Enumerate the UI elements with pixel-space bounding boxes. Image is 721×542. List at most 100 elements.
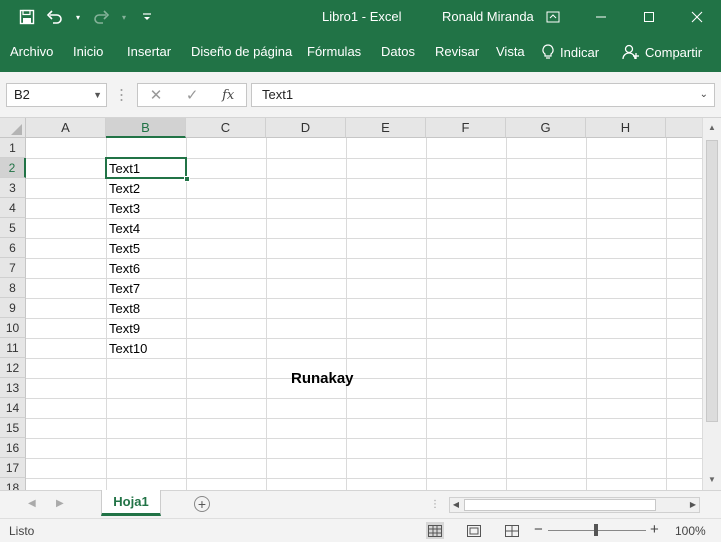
row-header-17[interactable]: 17 xyxy=(0,458,26,478)
cell-b11[interactable]: Text10 xyxy=(106,339,147,359)
status-bar: Listo − + 100% xyxy=(0,518,721,542)
row-header-11[interactable]: 11 xyxy=(0,338,26,358)
scroll-left-icon[interactable]: ◀ xyxy=(450,498,462,512)
close-button[interactable] xyxy=(673,0,721,34)
fill-handle[interactable] xyxy=(184,176,190,182)
scroll-right-icon[interactable]: ▶ xyxy=(687,498,699,512)
insert-function-button[interactable]: fx xyxy=(222,88,234,103)
row-header-9[interactable]: 9 xyxy=(0,298,26,318)
expand-formula-bar-icon[interactable]: ⌄ xyxy=(700,84,708,106)
undo-dropdown-icon[interactable]: ▾ xyxy=(74,8,82,26)
zoom-in-button[interactable]: + xyxy=(650,521,659,538)
spreadsheet-grid[interactable]: A B C D E F G H 1 2 3 4 5 6 7 8 9 10 11 … xyxy=(0,118,702,490)
horizontal-scroll-thumb[interactable] xyxy=(464,499,656,511)
column-header-h[interactable]: H xyxy=(586,118,666,138)
lightbulb-icon xyxy=(542,44,554,59)
share-button[interactable]: Compartir xyxy=(617,38,704,66)
row-header-7[interactable]: 7 xyxy=(0,258,26,278)
column-header-a[interactable]: A xyxy=(26,118,106,138)
row-header-10[interactable]: 10 xyxy=(0,318,26,338)
gridline xyxy=(26,398,702,399)
formula-value: Text1 xyxy=(262,87,294,102)
formula-input[interactable]: Text1 ⌄ xyxy=(251,83,715,107)
cancel-icon[interactable]: ✕ xyxy=(150,86,163,104)
row-header-4[interactable]: 4 xyxy=(0,198,26,218)
row-header-2[interactable]: 2 xyxy=(0,158,26,178)
row-header-13[interactable]: 13 xyxy=(0,378,26,398)
horizontal-scrollbar[interactable]: ◀ ▶ xyxy=(449,497,700,513)
row-header-18[interactable]: 18 xyxy=(0,478,26,490)
scroll-up-icon[interactable]: ▲ xyxy=(703,120,721,136)
customize-qat-icon[interactable] xyxy=(138,8,156,26)
normal-view-button[interactable] xyxy=(426,522,444,539)
grip-icon[interactable] xyxy=(120,87,123,103)
normal-view-icon xyxy=(428,524,442,537)
tab-formulas[interactable]: Fórmulas xyxy=(307,44,361,59)
zoom-out-button[interactable]: − xyxy=(534,521,543,538)
cell-b5[interactable]: Text4 xyxy=(106,219,140,239)
cell-b7[interactable]: Text6 xyxy=(106,259,140,279)
scroll-down-icon[interactable]: ▼ xyxy=(703,472,721,488)
ribbon-display-options-button[interactable] xyxy=(529,0,577,34)
cell-b4[interactable]: Text3 xyxy=(106,199,140,219)
active-cell-border xyxy=(105,157,187,179)
tab-split-handle-icon[interactable]: ⋮ xyxy=(430,499,440,510)
chevron-down-icon[interactable]: ▼ xyxy=(93,84,102,106)
maximize-button[interactable] xyxy=(625,0,673,34)
minimize-button[interactable] xyxy=(577,0,625,34)
column-header-d[interactable]: D xyxy=(266,118,346,138)
column-header-f[interactable]: F xyxy=(426,118,506,138)
cell-b10[interactable]: Text9 xyxy=(106,319,140,339)
gridline xyxy=(26,458,702,459)
cell-b6[interactable]: Text5 xyxy=(106,239,140,259)
tab-revisar[interactable]: Revisar xyxy=(435,44,479,59)
row-header-14[interactable]: 14 xyxy=(0,398,26,418)
select-all-button[interactable] xyxy=(0,118,26,138)
cell-b8[interactable]: Text7 xyxy=(106,279,140,299)
account-name[interactable]: Ronald Miranda xyxy=(442,9,534,24)
add-sheet-icon[interactable]: + xyxy=(194,496,210,512)
row-header-12[interactable]: 12 xyxy=(0,358,26,378)
row-header-15[interactable]: 15 xyxy=(0,418,26,438)
zoom-slider-thumb[interactable] xyxy=(594,524,598,536)
cell-b3[interactable]: Text2 xyxy=(106,179,140,199)
vertical-scrollbar[interactable]: ▲ ▼ xyxy=(702,118,721,490)
minimize-icon xyxy=(596,16,606,18)
row-header-5[interactable]: 5 xyxy=(0,218,26,238)
tab-insertar[interactable]: Insertar xyxy=(127,44,171,59)
share-label: Compartir xyxy=(645,44,703,60)
row-header-8[interactable]: 8 xyxy=(0,278,26,298)
tab-archivo[interactable]: Archivo xyxy=(10,44,53,59)
tell-me-box[interactable]: Indicar xyxy=(542,44,599,60)
person-add-icon xyxy=(622,44,639,60)
tab-datos[interactable]: Datos xyxy=(381,44,415,59)
tab-inicio[interactable]: Inicio xyxy=(73,44,103,59)
save-icon[interactable] xyxy=(18,8,36,26)
row-header-3[interactable]: 3 xyxy=(0,178,26,198)
cell-b9[interactable]: Text8 xyxy=(106,299,140,319)
gridline xyxy=(26,418,702,419)
column-header-c[interactable]: C xyxy=(186,118,266,138)
enter-icon[interactable]: ✓ xyxy=(186,86,199,104)
page-layout-view-button[interactable] xyxy=(465,522,483,539)
tell-me-label: Indicar xyxy=(560,44,600,60)
name-box[interactable]: B2 ▼ xyxy=(6,83,107,107)
vertical-scroll-thumb[interactable] xyxy=(706,140,718,422)
quick-access-toolbar: ▾ ▾ xyxy=(18,8,156,26)
previous-sheet-icon[interactable]: ◀ xyxy=(28,498,36,509)
column-header-b[interactable]: B xyxy=(106,118,186,138)
column-header-partial[interactable] xyxy=(666,118,702,138)
zoom-level[interactable]: 100% xyxy=(675,524,706,538)
column-header-e[interactable]: E xyxy=(346,118,426,138)
column-header-g[interactable]: G xyxy=(506,118,586,138)
undo-icon[interactable] xyxy=(46,8,64,26)
tab-diseno-de-pagina[interactable]: Diseño de página xyxy=(191,44,292,59)
page-break-view-button[interactable] xyxy=(503,522,521,539)
next-sheet-icon[interactable]: ▶ xyxy=(56,498,64,509)
sheet-tab-hoja1[interactable]: Hoja1 xyxy=(101,490,161,516)
row-header-16[interactable]: 16 xyxy=(0,438,26,458)
tab-vista[interactable]: Vista xyxy=(496,44,525,59)
page-layout-icon xyxy=(467,524,481,537)
row-header-1[interactable]: 1 xyxy=(0,138,26,158)
row-header-6[interactable]: 6 xyxy=(0,238,26,258)
